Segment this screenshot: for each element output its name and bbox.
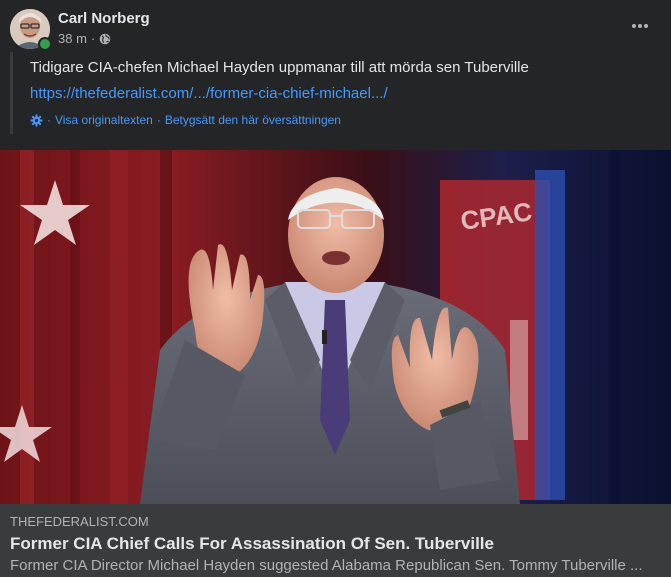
online-status-indicator xyxy=(38,37,52,51)
post-link[interactable]: https://thefederalist.com/.../former-cia… xyxy=(30,85,388,102)
translation-separator: · xyxy=(47,113,51,127)
link-description: Former CIA Director Michael Hayden sugge… xyxy=(10,557,643,574)
link-title[interactable]: Former CIA Chief Calls For Assassination… xyxy=(10,534,494,554)
post-text: Tidigare CIA-chefen Michael Hayden uppma… xyxy=(30,59,529,76)
author-name[interactable]: Carl Norberg xyxy=(58,10,150,27)
rate-translation-link[interactable]: Betygsätt den här översättningen xyxy=(165,113,341,127)
shared-text-block: Tidigare CIA-chefen Michael Hayden uppma… xyxy=(10,52,663,134)
meta-separator: · xyxy=(90,31,96,46)
translation-separator: · xyxy=(156,113,161,127)
more-horizontal-icon xyxy=(632,24,648,28)
translation-row: · Visa originaltexten · Betygsätt den hä… xyxy=(30,113,341,127)
post-meta: 38 m · xyxy=(58,31,111,46)
globe-icon[interactable] xyxy=(99,33,111,45)
more-options-button[interactable] xyxy=(624,12,656,40)
speaker-photo: CPAC xyxy=(0,150,671,504)
post-timestamp[interactable]: 38 m xyxy=(58,31,87,46)
link-preview-image[interactable]: CPAC xyxy=(0,150,671,504)
gear-icon xyxy=(30,114,43,127)
link-domain: THEFEDERALIST.COM xyxy=(10,514,149,529)
post-header: Carl Norberg 38 m · xyxy=(0,0,671,56)
show-original-link[interactable]: Visa originaltexten xyxy=(55,113,153,127)
link-preview-card[interactable]: THEFEDERALIST.COM Former CIA Chief Calls… xyxy=(0,504,671,577)
